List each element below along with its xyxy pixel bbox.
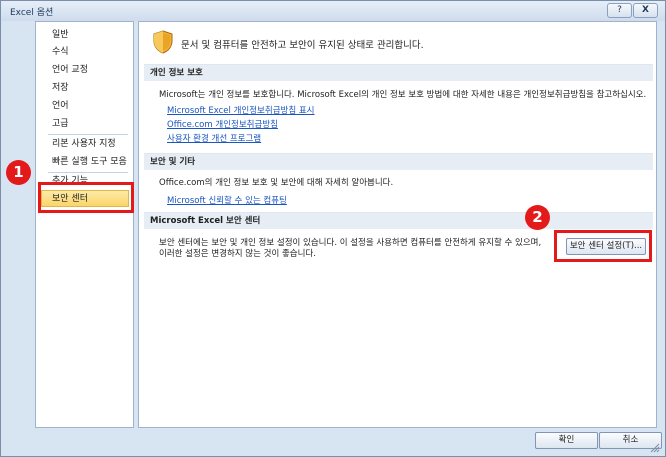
- close-button[interactable]: X: [633, 3, 658, 18]
- options-sidebar: 일반 수식 언어 교정 저장 언어 고급 리본 사용자 지정 빠른 실행 도구 …: [35, 21, 134, 428]
- trustworthy-computing-link[interactable]: Microsoft 신뢰할 수 있는 컴퓨팅: [167, 194, 287, 206]
- resize-grip-icon[interactable]: [650, 443, 660, 453]
- sidebar-item-formulas[interactable]: 수식: [36, 44, 133, 61]
- sidebar-item-advanced[interactable]: 고급: [36, 116, 133, 133]
- highlight-settings-button: [554, 230, 652, 262]
- sidebar-item-quick-access-toolbar[interactable]: 빠른 실행 도구 모음: [36, 154, 133, 171]
- highlight-trust-center-nav: [38, 182, 134, 213]
- sidebar-divider: [48, 134, 128, 135]
- office-privacy-link[interactable]: Office.com 개인정보취급방침: [167, 118, 278, 130]
- title-bar[interactable]: Excel 옵션 ? X: [1, 1, 665, 21]
- panel-header-text: 문서 및 컴퓨터를 안전하고 보안이 유지된 상태로 관리합니다.: [181, 40, 424, 51]
- section-trust-center-title: Microsoft Excel 보안 센터: [144, 212, 653, 229]
- section-security-title: 보안 및 기타: [144, 153, 653, 170]
- step-badge-1: 1: [6, 160, 31, 185]
- trust-center-panel: 문서 및 컴퓨터를 안전하고 보안이 유지된 상태로 관리합니다. 개인 정보 …: [138, 21, 657, 428]
- sidebar-item-customize-ribbon[interactable]: 리본 사용자 지정: [36, 136, 133, 153]
- privacy-statement-link[interactable]: Microsoft Excel 개인정보취급방침 표시: [167, 104, 315, 116]
- ok-button[interactable]: 확인: [535, 432, 598, 449]
- sidebar-item-proofing[interactable]: 언어 교정: [36, 62, 133, 79]
- help-button[interactable]: ?: [607, 3, 632, 18]
- section-privacy-title: 개인 정보 보호: [144, 64, 653, 81]
- sidebar-item-general[interactable]: 일반: [36, 27, 133, 44]
- window-title: Excel 옵션: [10, 8, 54, 18]
- sidebar-item-save[interactable]: 저장: [36, 80, 133, 97]
- shield-icon: [153, 30, 173, 54]
- ceip-link[interactable]: 사용자 환경 개선 프로그램: [167, 132, 261, 144]
- sidebar-item-language[interactable]: 언어: [36, 98, 133, 115]
- step-badge-2: 2: [525, 205, 550, 230]
- privacy-description: Microsoft는 개인 정보를 보호합니다. Microsoft Excel…: [159, 90, 647, 100]
- trust-center-description-line2: 이러한 설정은 변경하지 않는 것이 좋습니다.: [159, 249, 316, 259]
- security-description: Office.com의 개인 정보 보호 및 보안에 대해 자세히 알아봅니다.: [159, 178, 394, 188]
